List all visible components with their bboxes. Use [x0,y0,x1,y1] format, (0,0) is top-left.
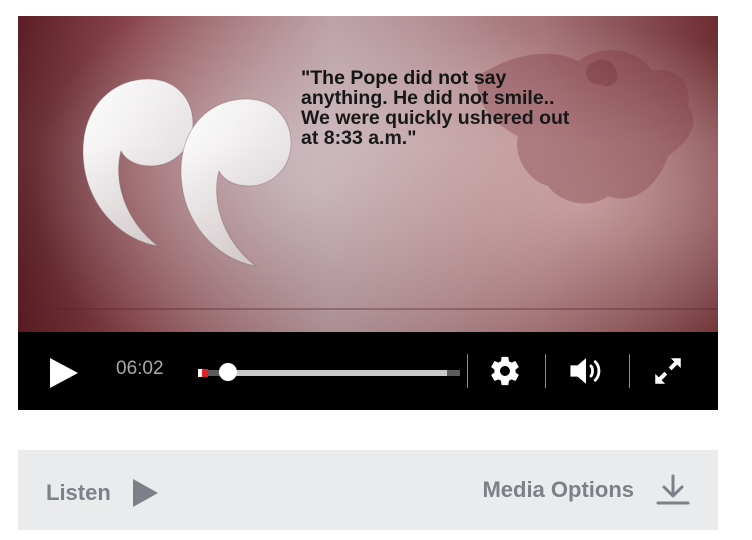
media-options-label: Media Options [482,477,634,502]
volume-icon[interactable] [566,354,606,388]
listen-play-icon [132,479,158,507]
current-time: 06:02 [116,358,164,379]
control-divider [467,354,468,388]
progress-scrubber-handle[interactable] [218,363,237,381]
listen-button[interactable]: Listen [46,478,159,508]
quote-marks-icon [82,78,292,267]
video-player[interactable]: "The Pope did not say anything. He did n… [18,16,718,410]
progress-buffered [227,370,448,376]
video-frame[interactable]: "The Pope did not say anything. He did n… [18,16,718,332]
fullscreen-icon[interactable] [651,354,685,388]
progress-bar[interactable] [198,362,460,384]
media-options-button[interactable]: Media Options [482,474,690,506]
map-background-graphic [477,50,694,204]
media-options-bar: Listen Media Options [18,450,718,530]
download-icon [656,474,690,505]
control-divider [629,354,630,388]
video-controls-bar: 06:02 [18,332,718,410]
video-divider [18,308,718,310]
progress-marker [202,369,208,377]
listen-label: Listen [46,480,111,505]
settings-gear-icon[interactable] [488,354,522,388]
video-quote-caption: "The Pope did not say anything. He did n… [301,67,570,149]
play-icon[interactable] [44,356,84,390]
control-divider [545,354,546,388]
